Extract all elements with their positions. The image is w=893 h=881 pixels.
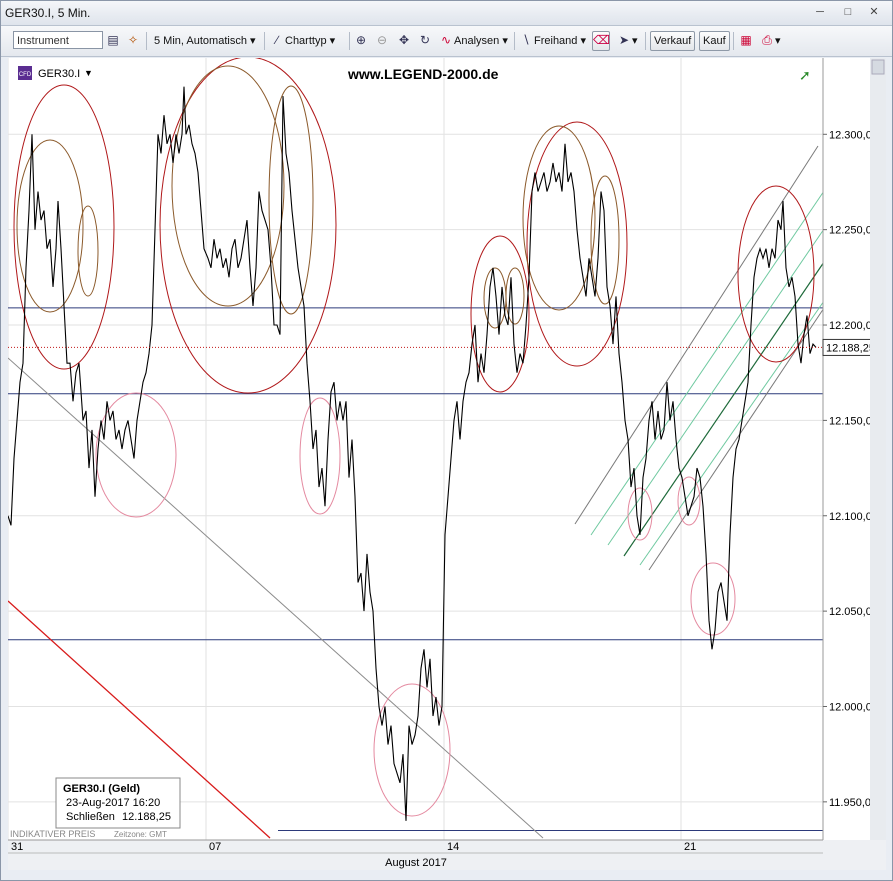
verkauf-button[interactable]: Verkauf (650, 31, 696, 51)
y-tick-label: 11.950,00 (829, 797, 877, 809)
info-box: GER30.I (Geld) 23-Aug-2017 16:20 Schließ… (55, 777, 181, 829)
window-title: GER30.I, 5 Min. (5, 6, 91, 20)
price-chart[interactable]: CFD GER30.I ▼ www.LEGEND-2000.de ➚ 11.95… (7, 56, 886, 870)
charttyp-dropdown[interactable]: ∕ Charttyp ▾ (269, 31, 335, 51)
zoom-out-icon[interactable]: ⊖ (374, 31, 390, 51)
info-box-title: GER30.I (Geld) (63, 783, 140, 795)
vertical-scrollbar[interactable] (870, 58, 886, 840)
title-bar: GER30.I, 5 Min. ─ □ ✕ (1, 1, 892, 26)
pen-line-icon: ∖ (522, 33, 530, 47)
print-icon[interactable]: ⎙ ▾ (759, 31, 780, 51)
x-tick-label: 14 (447, 841, 459, 853)
interval-label: 5 Min, Automatisch (154, 35, 247, 47)
info-box-close-value: 12.188,25 (122, 811, 171, 823)
timezone-label: Zeitzone: GMT (114, 830, 167, 839)
trend-up-icon: ➚ (799, 67, 811, 83)
freihand-dropdown[interactable]: ∖ Freihand ▾ (518, 31, 586, 51)
info-box-close-label: Schließen (66, 811, 115, 823)
symbol-dropdown-icon[interactable]: ▼ (84, 68, 93, 78)
refresh-icon[interactable]: ↻ (417, 31, 433, 51)
x-tick-label: 31 (11, 841, 23, 853)
chart-toolbar: Instrument ▤ ✧ 5 Min, Automatisch ▾ ∕ Cha… (1, 26, 892, 57)
x-tick-label: 07 (209, 841, 221, 853)
close-icon[interactable]: ✕ (863, 4, 885, 20)
zoom-in-icon[interactable]: ⊕ (353, 31, 369, 51)
freihand-label: Freihand (534, 35, 578, 47)
maximize-icon[interactable]: □ (837, 4, 859, 20)
chart-settings-icon[interactable]: ▦ (738, 31, 754, 51)
minimize-icon[interactable]: ─ (809, 4, 831, 20)
interval-dropdown[interactable]: 5 Min, Automatisch ▾ (154, 31, 256, 51)
indicative-price-label: INDIKATIVER PREIS (10, 829, 95, 839)
chart-background (8, 58, 886, 870)
cfd-badge-text: CFD (19, 72, 32, 78)
instrument-input[interactable]: Instrument (13, 31, 103, 49)
charttyp-label: Charttyp (285, 35, 327, 47)
watermark-text: www.LEGEND-2000.de (347, 66, 499, 82)
application-window: GER30.I, 5 Min. ─ □ ✕ Instrument ▤ ✧ 5 M… (0, 0, 893, 881)
line-chart-icon: ∕ (275, 33, 278, 47)
instrument-list-icon[interactable]: ▤ (105, 31, 121, 51)
chart-area[interactable]: CFD GER30.I ▼ www.LEGEND-2000.de ➚ 11.95… (7, 56, 886, 870)
last-price-label: 12.188,25 (826, 342, 875, 354)
analysen-dropdown[interactable]: ∿ Analysen ▾ (438, 31, 508, 51)
cursor-dropdown[interactable]: ➤ ▾ (616, 31, 638, 51)
month-label: August 2017 (385, 857, 447, 869)
kauf-button[interactable]: Kauf (699, 31, 730, 51)
scroll-up-button[interactable] (871, 59, 885, 75)
fit-icon[interactable]: ✥ (396, 31, 412, 51)
analysen-label: Analysen (454, 35, 500, 47)
eraser-icon[interactable]: ⌫ (592, 31, 610, 51)
chart-symbol-label[interactable]: GER30.I (38, 68, 80, 80)
info-box-datetime: 23-Aug-2017 16:20 (66, 797, 160, 809)
indicator-icon[interactable]: ✧ (125, 31, 141, 51)
x-tick-label: 21 (684, 841, 696, 853)
